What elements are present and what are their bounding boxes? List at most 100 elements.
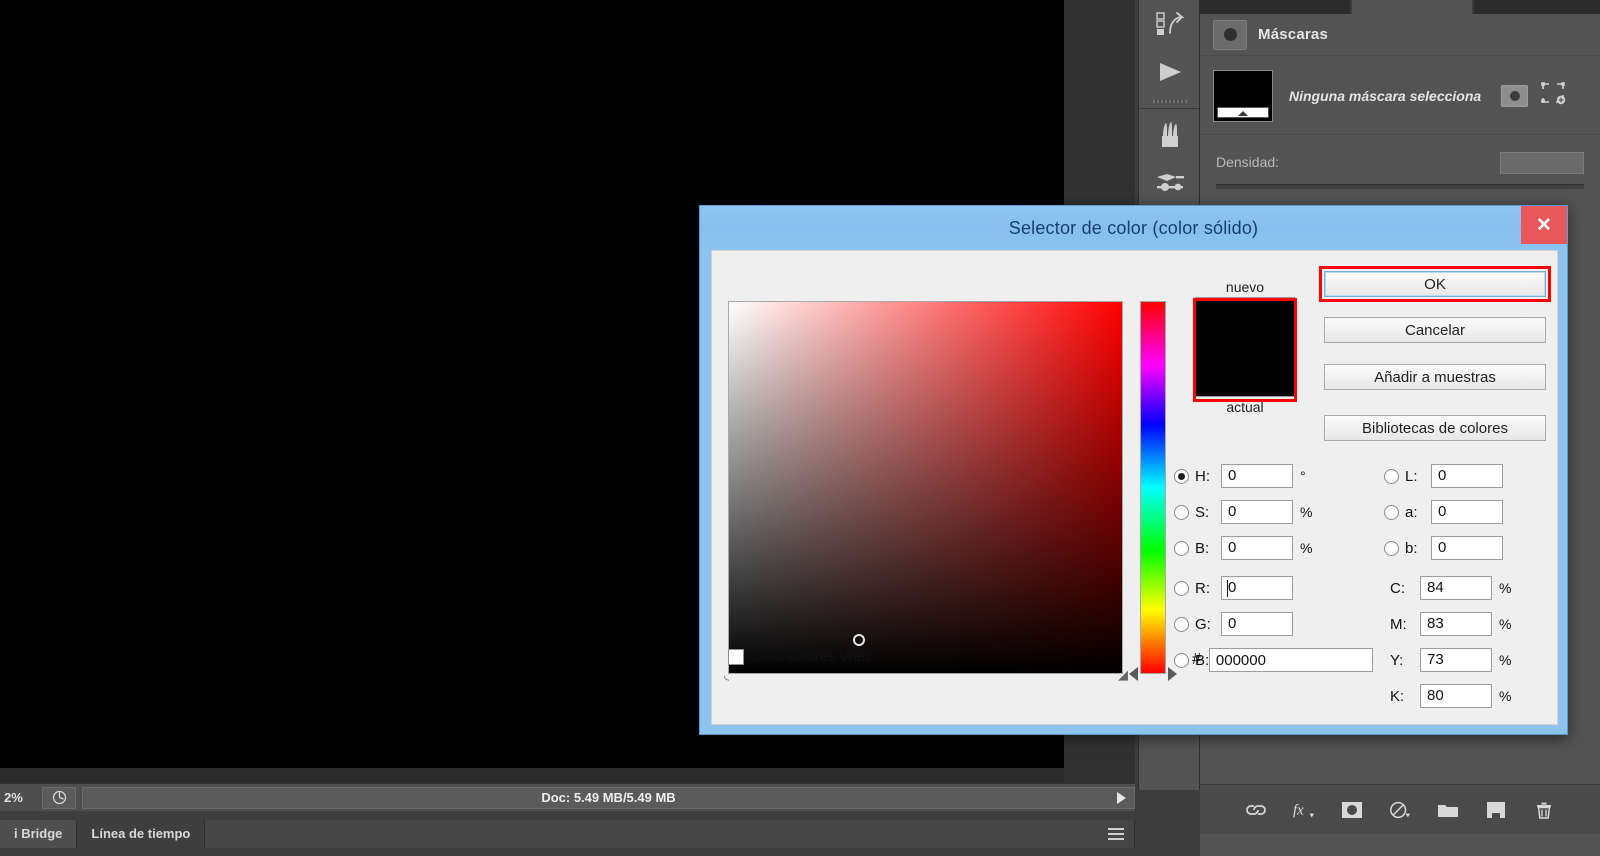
add-layer-mask-icon[interactable] <box>1341 799 1363 821</box>
add-vector-mask-icon[interactable] <box>1540 81 1566 110</box>
new-layer-icon[interactable] <box>1485 799 1507 821</box>
dock-grip[interactable] <box>1139 96 1201 106</box>
layer-action-bar: fx <box>1200 784 1600 834</box>
input-lab-l[interactable]: 0 <box>1431 464 1503 488</box>
hex-symbol: # <box>1192 651 1201 668</box>
mask-status-text: Ninguna máscara selecciona <box>1289 87 1482 104</box>
hamburger-menu-icon[interactable] <box>1108 827 1124 840</box>
radio-green[interactable] <box>1174 616 1189 632</box>
unit-yellow: % <box>1499 652 1512 668</box>
label-yellow: Y: <box>1390 651 1404 669</box>
label-black: K: <box>1390 687 1405 705</box>
cancel-button[interactable]: Cancelar <box>1324 317 1546 343</box>
hue-marker-left[interactable] <box>1129 667 1138 681</box>
masks-panel-header: Máscaras <box>1200 14 1600 56</box>
lab-row-b: b: 0 <box>1384 535 1503 561</box>
delete-layer-trash-icon[interactable] <box>1533 799 1555 821</box>
new-color-label: nuevo <box>1225 279 1265 295</box>
color-field-marker[interactable] <box>852 633 865 646</box>
brush-presets-icon[interactable] <box>1139 111 1201 159</box>
field-corner-handle-left: ◟ <box>724 667 730 682</box>
web-colors-only-row[interactable]: Solo colores Web <box>728 648 870 665</box>
link-layers-icon[interactable] <box>1245 799 1267 821</box>
rgb-row-r: R: 0 <box>1174 575 1293 601</box>
doc-size-text: Doc: 5.49 MB/5.49 MB <box>541 790 676 805</box>
input-lab-a[interactable]: 0 <box>1431 500 1503 524</box>
mask-add-buttons <box>1501 81 1566 110</box>
panel-title: Máscaras <box>1258 26 1328 43</box>
bottom-tab-bar: i Bridge Línea de tiempo <box>0 811 1135 856</box>
field-corner-handle-right: ◢ <box>1118 667 1128 682</box>
adjustment-layer-icon[interactable] <box>1389 799 1411 821</box>
label-cyan: C: <box>1390 579 1405 597</box>
lab-row-l: L: 0 <box>1384 463 1503 489</box>
density-section: Densidad: <box>1200 136 1600 206</box>
svg-text:fx: fx <box>1293 802 1304 818</box>
input-black[interactable]: 80 <box>1420 684 1492 708</box>
input-yellow[interactable]: 73 <box>1420 648 1492 672</box>
hsb-row-s: S: 0 % <box>1174 499 1318 525</box>
unit-saturation: % <box>1300 504 1313 520</box>
photoshop-window: 2% Doc: 5.49 MB/5.49 MB i Bridge Línea d… <box>0 0 1600 856</box>
input-saturation[interactable]: 0 <box>1221 500 1293 524</box>
unit-brightness: % <box>1300 540 1313 556</box>
label-saturation: S: <box>1195 503 1210 521</box>
unit-cyan: % <box>1499 580 1512 596</box>
ok-button[interactable]: OK <box>1324 271 1546 297</box>
actions-play-icon[interactable] <box>1139 48 1201 96</box>
lab-row-a: a: 0 <box>1384 499 1503 525</box>
density-value-field[interactable] <box>1500 152 1584 174</box>
play-triangle-icon[interactable] <box>1117 791 1126 804</box>
mask-status-row: Ninguna máscara selecciona <box>1200 57 1600 135</box>
document-icon[interactable] <box>42 786 76 809</box>
cmyk-row-y: Y: 73 % <box>1390 647 1517 673</box>
cmyk-row-c: C: 84 % <box>1390 575 1517 601</box>
radio-saturation[interactable] <box>1174 504 1189 520</box>
close-x-icon[interactable]: ✕ <box>1521 206 1567 244</box>
tab-timeline[interactable]: Línea de tiempo <box>77 819 206 848</box>
color-libraries-button[interactable]: Bibliotecas de colores <box>1324 415 1546 441</box>
input-magenta[interactable]: 83 <box>1420 612 1492 636</box>
radio-lab-a[interactable] <box>1384 504 1399 520</box>
new-group-folder-icon[interactable] <box>1437 799 1459 821</box>
layer-style-fx-icon[interactable]: fx <box>1293 799 1315 821</box>
radio-blue[interactable] <box>1174 652 1189 668</box>
saturation-brightness-field[interactable] <box>728 301 1123 674</box>
add-to-swatches-button[interactable]: Añadir a muestras <box>1324 364 1546 390</box>
tool-presets-icon[interactable] <box>1139 159 1201 207</box>
input-green[interactable]: 0 <box>1221 612 1293 636</box>
tab-bar-filler <box>205 819 1135 848</box>
hue-slider[interactable] <box>1140 301 1166 674</box>
history-icon[interactable] <box>1139 0 1201 48</box>
radio-lab-b[interactable] <box>1384 540 1399 556</box>
unit-hue: ° <box>1300 468 1306 484</box>
label-lab-a: a: <box>1405 503 1418 521</box>
input-hue[interactable]: 0 <box>1221 464 1293 488</box>
hsb-row-h: H: 0 ° <box>1174 463 1318 489</box>
radio-lab-l[interactable] <box>1384 468 1399 484</box>
dialog-title-bar[interactable]: Selector de color (color sólido) ✕ <box>700 206 1567 250</box>
label-lab-l: L: <box>1405 467 1418 485</box>
input-brightness[interactable]: 0 <box>1221 536 1293 560</box>
input-red[interactable]: 0 <box>1221 576 1293 600</box>
tab-mini-bridge[interactable]: i Bridge <box>0 819 78 848</box>
rgb-row-g: G: 0 <box>1174 611 1293 637</box>
input-lab-b[interactable]: 0 <box>1431 536 1503 560</box>
radio-red[interactable] <box>1174 580 1189 596</box>
layer-thumbnail-icon[interactable] <box>1213 69 1273 122</box>
cmyk-row-k: K: 80 % <box>1390 683 1517 709</box>
radio-hue[interactable] <box>1174 468 1189 484</box>
color-picker-dialog: Selector de color (color sólido) ✕ ◟ ◢ n… <box>699 205 1568 735</box>
input-cyan[interactable]: 84 <box>1420 576 1492 600</box>
density-slider[interactable] <box>1216 184 1584 189</box>
web-colors-checkbox[interactable] <box>728 648 744 665</box>
color-swatch-box[interactable] <box>1195 297 1295 397</box>
status-bar: 2% Doc: 5.49 MB/5.49 MB <box>0 783 1135 811</box>
zoom-level[interactable]: 2% <box>0 790 42 805</box>
web-colors-label: Solo colores Web <box>753 648 871 665</box>
input-hex[interactable]: 000000 <box>1208 648 1373 672</box>
radio-brightness[interactable] <box>1174 540 1189 556</box>
cmyk-row-m: M: 83 % <box>1390 611 1517 637</box>
doc-size-info[interactable]: Doc: 5.49 MB/5.49 MB <box>82 786 1135 809</box>
add-pixel-mask-icon[interactable] <box>1501 84 1529 107</box>
